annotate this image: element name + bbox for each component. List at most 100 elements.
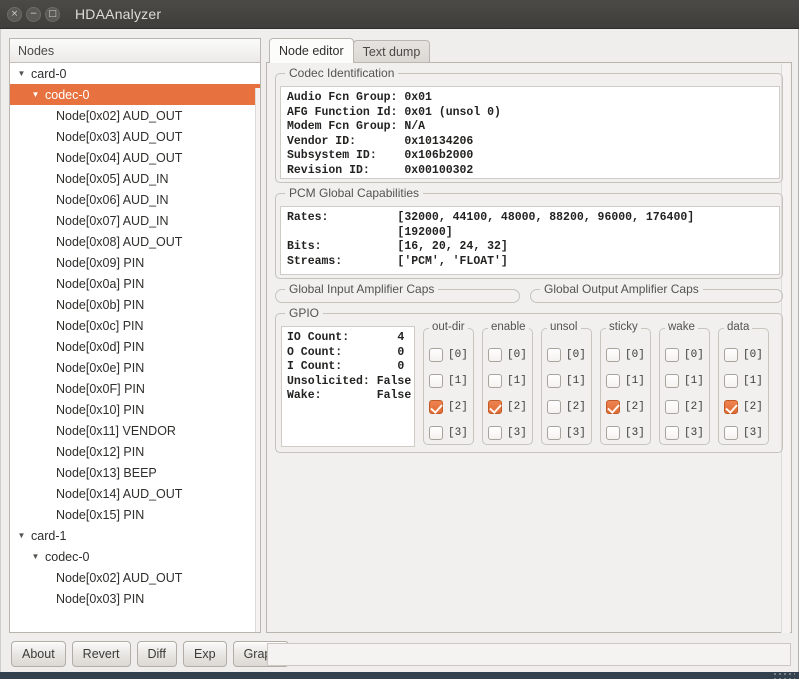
gpio-sticky-checkbox-3[interactable]	[606, 426, 620, 440]
tree-item[interactable]: Node[0x0F] PIN	[10, 378, 260, 399]
tree-item[interactable]: ▼ card-0	[10, 63, 260, 84]
tree-item[interactable]: Node[0x15] PIN	[10, 504, 260, 525]
gpio-checkbox-row: [0]	[601, 342, 650, 368]
chevron-down-icon[interactable]: ▼	[16, 69, 27, 78]
gpio-out-dir-checkbox-0[interactable]	[429, 348, 443, 362]
gpio-checkbox-row: [0]	[660, 342, 709, 368]
gpio-checkbox-row: [0]	[542, 342, 591, 368]
tab-node-editor[interactable]: Node editor	[269, 38, 354, 63]
exp-button[interactable]: Exp	[183, 641, 227, 667]
gpio-checkbox-label: [2]	[743, 401, 763, 413]
tree-item[interactable]: Node[0x0b] PIN	[10, 294, 260, 315]
window-title: HDAAnalyzer	[75, 6, 162, 22]
close-icon[interactable]: ×	[7, 6, 22, 22]
gpio-checkbox-row: [2]	[660, 394, 709, 420]
gpio-checkbox-label: [1]	[684, 375, 704, 387]
tree-item-label: Node[0x03] AUD_OUT	[56, 129, 183, 144]
gpio-checkbox-label: [0]	[566, 349, 586, 361]
gpio-column-legend: out-dir	[429, 321, 468, 333]
gpio-wake-checkbox-1[interactable]	[665, 374, 679, 388]
tree-item-label: card-0	[31, 66, 67, 81]
tree-item[interactable]: Node[0x04] AUD_OUT	[10, 147, 260, 168]
gpio-wake-checkbox-3[interactable]	[665, 426, 679, 440]
tree-item[interactable]: Node[0x12] PIN	[10, 441, 260, 462]
gpio-checkbox-label: [1]	[625, 375, 645, 387]
gpio-data-checkbox-0[interactable]	[724, 348, 738, 362]
tree-item[interactable]: Node[0x0d] PIN	[10, 336, 260, 357]
tree-item-label: Node[0x08] AUD_OUT	[56, 234, 183, 249]
tree-item[interactable]: ▼ codec-0	[10, 84, 260, 105]
pcm-global-capabilities-group: PCM Global Capabilities Rates: [32000, 4…	[275, 186, 783, 279]
tree-item[interactable]: Node[0x06] AUD_IN	[10, 189, 260, 210]
gpio-enable-checkbox-1[interactable]	[488, 374, 502, 388]
gpio-wake-checkbox-0[interactable]	[665, 348, 679, 362]
gpio-data-checkbox-3[interactable]	[724, 426, 738, 440]
maximize-icon[interactable]: □	[45, 6, 60, 22]
tree-item[interactable]: ▼ card-1	[10, 525, 260, 546]
gpio-checkbox-label: [2]	[448, 401, 468, 413]
gpio-checkbox-row: [3]	[424, 420, 473, 446]
chevron-down-icon[interactable]: ▼	[30, 552, 41, 561]
gpio-unsol-checkbox-0[interactable]	[547, 348, 561, 362]
tree-item-label: Node[0x07] AUD_IN	[56, 213, 169, 228]
window-body: Nodes ▼ card-0 ▼ codec-0 Node[0x02] AUD_OUT N…	[0, 29, 799, 672]
gpio-checkbox-row: [0]	[424, 342, 473, 368]
tree-item[interactable]: Node[0x05] AUD_IN	[10, 168, 260, 189]
tree-item[interactable]: Node[0x03] AUD_OUT	[10, 126, 260, 147]
tree-item[interactable]: Node[0x09] PIN	[10, 252, 260, 273]
tree-item-label: Node[0x0d] PIN	[56, 339, 145, 354]
chevron-down-icon[interactable]: ▼	[16, 531, 27, 540]
gpio-out-dir-checkbox-2[interactable]	[429, 400, 443, 414]
resize-grip-icon[interactable]	[773, 672, 795, 679]
nodes-tree-scrollbar[interactable]	[255, 88, 260, 632]
gpio-checkbox-label: [1]	[507, 375, 527, 387]
tree-item-label: Node[0x09] PIN	[56, 255, 145, 270]
tree-item[interactable]: Node[0x11] VENDOR	[10, 420, 260, 441]
tab-text-dump[interactable]: Text dump	[352, 40, 431, 63]
codec-identification-group: Codec Identification Audio Fcn Group: 0x…	[275, 66, 783, 183]
gpio-column-legend: sticky	[606, 321, 641, 333]
nodes-tree[interactable]: ▼ card-0 ▼ codec-0 Node[0x02] AUD_OUT Node[0x…	[10, 63, 260, 632]
gpio-wake-checkbox-2[interactable]	[665, 400, 679, 414]
tab-bar: Node editor Text dump	[266, 38, 792, 63]
about-button[interactable]: About	[11, 641, 66, 667]
gpio-data-checkbox-2[interactable]	[724, 400, 738, 414]
gpio-enable-checkbox-3[interactable]	[488, 426, 502, 440]
tree-item[interactable]: Node[0x02] AUD_OUT	[10, 105, 260, 126]
gpio-checkbox-label: [0]	[625, 349, 645, 361]
gpio-sticky-checkbox-0[interactable]	[606, 348, 620, 362]
gpio-out-dir-checkbox-1[interactable]	[429, 374, 443, 388]
gpio-checkbox-label: [3]	[625, 427, 645, 439]
gpio-unsol-checkbox-3[interactable]	[547, 426, 561, 440]
gpio-checkbox-row: [1]	[542, 368, 591, 394]
tree-item[interactable]: Node[0x0a] PIN	[10, 273, 260, 294]
gpio-unsol-checkbox-2[interactable]	[547, 400, 561, 414]
gpio-checkbox-row: [2]	[483, 394, 532, 420]
tree-item[interactable]: ▼ codec-0	[10, 546, 260, 567]
tree-item[interactable]: Node[0x0e] PIN	[10, 357, 260, 378]
tree-item[interactable]: Node[0x02] AUD_OUT	[10, 567, 260, 588]
node-editor-tab-panel: Codec Identification Audio Fcn Group: 0x…	[266, 62, 792, 633]
tree-item[interactable]: Node[0x14] AUD_OUT	[10, 483, 260, 504]
title-bar: × − □ HDAAnalyzer	[0, 0, 799, 29]
tree-item[interactable]: Node[0x07] AUD_IN	[10, 210, 260, 231]
gpio-unsol-checkbox-1[interactable]	[547, 374, 561, 388]
diff-button[interactable]: Diff	[136, 641, 178, 667]
tree-item[interactable]: Node[0x08] AUD_OUT	[10, 231, 260, 252]
gpio-column-legend: enable	[488, 321, 529, 333]
gpio-data-checkbox-1[interactable]	[724, 374, 738, 388]
minimize-icon[interactable]: −	[26, 6, 41, 22]
tree-item[interactable]: Node[0x03] PIN	[10, 588, 260, 609]
gpio-sticky-checkbox-2[interactable]	[606, 400, 620, 414]
gpio-out-dir-checkbox-3[interactable]	[429, 426, 443, 440]
gpio-sticky-checkbox-1[interactable]	[606, 374, 620, 388]
gpio-enable-checkbox-2[interactable]	[488, 400, 502, 414]
tree-item[interactable]: Node[0x0c] PIN	[10, 315, 260, 336]
tree-item[interactable]: Node[0x13] BEEP	[10, 462, 260, 483]
gpio-enable-checkbox-0[interactable]	[488, 348, 502, 362]
chevron-down-icon[interactable]: ▼	[30, 90, 41, 99]
tree-item-label: Node[0x11] VENDOR	[56, 423, 176, 438]
gpio-group: GPIO IO Count: 4 O Count: 0 I Count: 0 U…	[275, 306, 783, 453]
revert-button[interactable]: Revert	[71, 641, 131, 667]
tree-item[interactable]: Node[0x10] PIN	[10, 399, 260, 420]
